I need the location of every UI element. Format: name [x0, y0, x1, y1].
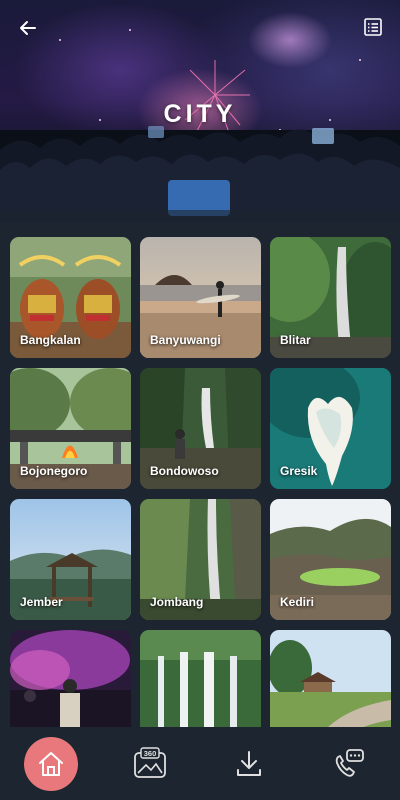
- page-title: CITY: [163, 100, 237, 128]
- city-name: Jember: [20, 595, 63, 609]
- city-card-bondowoso[interactable]: Bondowoso: [140, 368, 261, 489]
- cave-light-image: [10, 630, 131, 727]
- city-card-bojonegoro[interactable]: Bojonegoro: [10, 368, 131, 489]
- nav-home-button[interactable]: [24, 737, 78, 791]
- city-name: Bojonegoro: [20, 464, 88, 478]
- park-image: [270, 630, 391, 727]
- nav-contact-button[interactable]: [322, 737, 376, 791]
- nav-download-button[interactable]: [222, 737, 276, 791]
- hero-banner: CITY: [0, 0, 400, 222]
- city-card-12[interactable]: [270, 630, 391, 727]
- city-card-jember[interactable]: Jember: [10, 499, 131, 620]
- city-grid: Bangkalan Banyuwangi Blitar Bojonegoro B…: [10, 237, 391, 727]
- city-card-11[interactable]: [140, 630, 261, 727]
- city-name: Bondowoso: [150, 464, 219, 478]
- city-name: Banyuwangi: [150, 333, 221, 347]
- city-name: Blitar: [280, 333, 311, 347]
- panorama-360-icon: 360: [134, 747, 166, 778]
- waterfall-image: [140, 630, 261, 727]
- bottom-navigation: 360: [0, 727, 400, 800]
- city-card-kediri[interactable]: Kediri: [270, 499, 391, 620]
- city-card-blitar[interactable]: Blitar: [270, 237, 391, 358]
- list-view-icon: [364, 18, 382, 36]
- city-card-jombang[interactable]: Jombang: [140, 499, 261, 620]
- city-name: Gresik: [280, 464, 318, 478]
- panorama-360-label: 360: [144, 749, 157, 758]
- back-button[interactable]: [14, 14, 42, 42]
- city-card-banyuwangi[interactable]: Banyuwangi: [140, 237, 261, 358]
- city-name: Bangkalan: [20, 333, 81, 347]
- phone-chat-icon: [335, 749, 364, 777]
- list-view-button[interactable]: [360, 14, 386, 40]
- city-card-bangkalan[interactable]: Bangkalan: [10, 237, 131, 358]
- download-icon: [237, 751, 261, 776]
- city-name: Jombang: [150, 595, 204, 609]
- arrow-left-icon: [20, 21, 36, 35]
- home-icon: [39, 752, 63, 776]
- city-screen: CITY Bangkalan Banyuwangi Blitar Bojoneg…: [0, 0, 400, 800]
- city-card-10[interactable]: [10, 630, 131, 727]
- city-name: Kediri: [280, 595, 315, 609]
- nav-360-button[interactable]: 360: [123, 737, 177, 791]
- city-card-gresik[interactable]: Gresik: [270, 368, 391, 489]
